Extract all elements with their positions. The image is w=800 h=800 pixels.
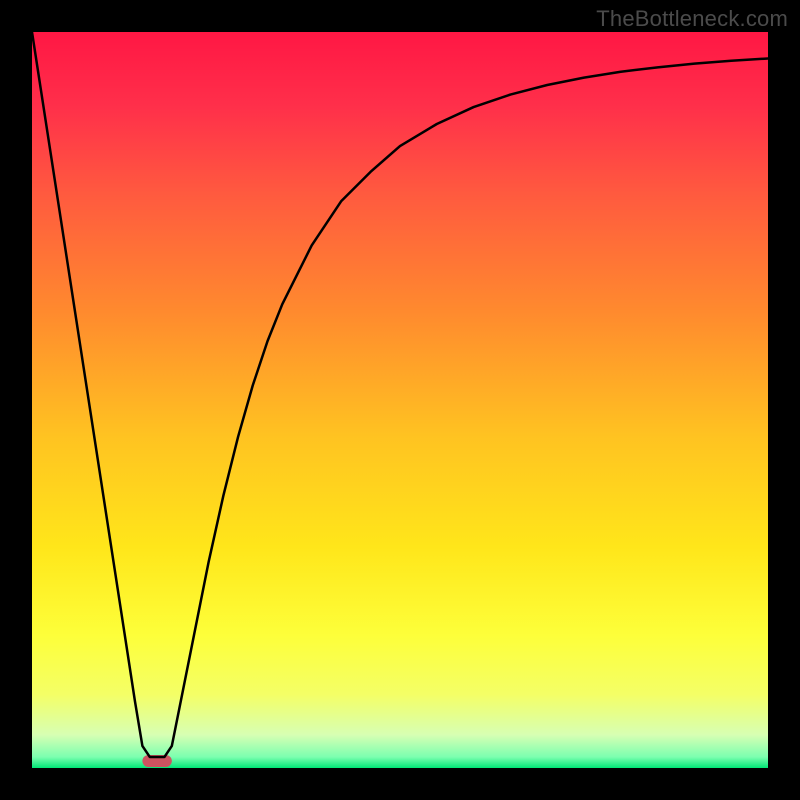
plot-area (32, 32, 768, 768)
chart-frame: TheBottleneck.com (0, 0, 800, 800)
watermark-text: TheBottleneck.com (596, 6, 788, 32)
chart-svg (32, 32, 768, 768)
gradient-background (32, 32, 768, 768)
